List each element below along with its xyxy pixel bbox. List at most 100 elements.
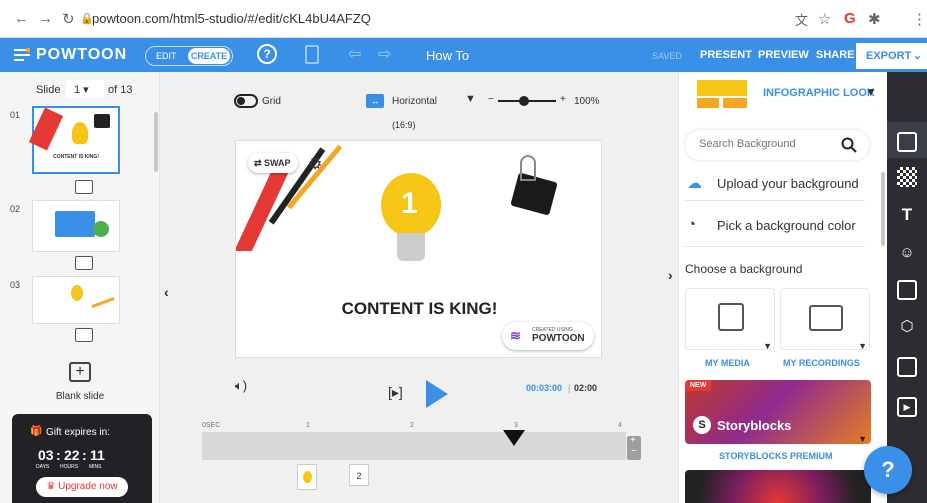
orientation-dropdown-icon[interactable]: ▼ (465, 93, 476, 105)
swap-button[interactable]: ⇄ SWAP (248, 153, 298, 173)
slide-canvas[interactable]: ⇄ SWAP ⚙ 1 CONTENT IS KING! ≋ CREATED US… (235, 140, 602, 358)
my-recordings-tile[interactable]: ▼ (780, 288, 870, 351)
background-tile[interactable] (685, 470, 871, 503)
create-mode[interactable]: CREATE (188, 48, 230, 64)
hamburger-icon[interactable] (14, 48, 30, 62)
timeline-playhead[interactable] (503, 430, 525, 446)
preview-button[interactable]: PREVIEW (758, 49, 809, 61)
tile-dropdown-icon[interactable]: ▼ (858, 434, 867, 444)
text-icon[interactable]: T (897, 205, 917, 225)
total-time[interactable]: 02:00 (574, 383, 597, 393)
characters-icon[interactable]: ☺ (897, 244, 917, 264)
look-title[interactable]: INFOGRAPHIC LOOK (763, 87, 875, 99)
slide-select[interactable]: 1 ▾ (66, 80, 104, 98)
tile-dropdown-icon[interactable]: ▼ (858, 341, 867, 351)
days-label: DAYS (36, 464, 50, 470)
settings-gear-icon[interactable]: ⚙ (308, 154, 322, 174)
scrollbar[interactable] (881, 172, 885, 246)
translate-icon[interactable]: 文 (795, 10, 808, 29)
video-icon[interactable]: ▶ (897, 397, 917, 417)
duplicate-slide-icon[interactable] (75, 328, 93, 342)
undo-icon[interactable]: ⇦ (348, 44, 361, 64)
tile-dropdown-icon[interactable]: ▼ (763, 341, 772, 351)
duplicate-slide-icon[interactable] (75, 256, 93, 270)
collapse-left-icon[interactable]: ‹ (164, 284, 169, 300)
layouts-icon[interactable] (897, 132, 917, 152)
back-icon[interactable]: ← (14, 10, 29, 27)
storyblocks-premium-label[interactable]: STORYBLOCKS PREMIUM (719, 451, 833, 461)
timeline-track[interactable] (202, 432, 626, 460)
zoom-out-icon[interactable]: − (488, 94, 494, 105)
edit-create-toggle[interactable]: EDIT CREATE (145, 46, 233, 66)
media-library-icon[interactable] (897, 357, 917, 377)
pick-background-color[interactable]: Pick a background color (717, 218, 856, 233)
slide-thumb-1[interactable]: CONTENT IS KING! (28, 106, 120, 174)
my-media-tile[interactable]: ▼ (685, 288, 775, 351)
divider (685, 246, 865, 247)
background-icon[interactable] (897, 167, 917, 187)
my-media-label[interactable]: MY MEDIA (705, 358, 750, 368)
binder-clip-graphic[interactable] (506, 153, 558, 216)
blank-slide-label[interactable]: Blank slide (0, 391, 160, 402)
url-text[interactable]: powtoon.com/html5-studio/#/edit/cKL4bU4A… (92, 11, 371, 26)
search-box[interactable] (685, 130, 869, 160)
grid-toggle[interactable] (234, 94, 258, 108)
slide-thumb-3[interactable] (32, 276, 120, 324)
forward-icon[interactable]: → (38, 10, 53, 27)
powtoon-badge[interactable]: ≋ CREATED USING POWTOON (502, 322, 594, 350)
look-dropdown-icon[interactable]: ▼ (865, 85, 877, 99)
duplicate-slide-icon[interactable] (75, 180, 93, 194)
lightbulb-image (71, 285, 83, 301)
extension-icon[interactable]: G (844, 10, 856, 27)
slide-headline[interactable]: CONTENT IS KING! (236, 299, 603, 319)
timeline-plus-icon[interactable]: + (630, 435, 636, 446)
search-input[interactable] (699, 138, 839, 150)
time-separator: | (568, 383, 571, 393)
upgrade-label: Upgrade now (58, 481, 118, 492)
edit-mode[interactable]: EDIT (156, 51, 177, 61)
orientation-icon[interactable]: ↔ (366, 94, 384, 108)
slide-thumb-2[interactable] (32, 200, 120, 252)
zoom-level: 100% (574, 96, 600, 107)
badge-big-text: POWTOON (532, 333, 585, 344)
timeline-minus-icon[interactable]: − (631, 446, 637, 457)
redo-icon[interactable]: ⇨ (378, 44, 391, 64)
search-icon[interactable] (841, 137, 857, 153)
my-recordings-label[interactable]: MY RECORDINGS (783, 358, 860, 368)
play-icon[interactable] (424, 380, 448, 408)
project-title[interactable]: How To (426, 48, 469, 63)
speaker-icon[interactable]: 🔈︎) (235, 378, 247, 394)
storyblocks-tile[interactable]: NEW S Storyblocks ▼ (685, 380, 871, 444)
countdown-sep: : (56, 447, 61, 463)
reload-icon[interactable]: ↻ (62, 10, 75, 28)
timeline-zoom-buttons[interactable]: + − (627, 435, 641, 460)
collapse-right-icon[interactable]: › (668, 267, 673, 283)
slide-select-value: 1 (74, 84, 81, 96)
help-icon[interactable]: ? (257, 44, 277, 64)
layer-number[interactable]: 2 (349, 464, 369, 486)
preview-frame-icon[interactable]: [▸] (388, 384, 403, 401)
add-slide-icon[interactable]: + (69, 362, 91, 382)
puzzle-icon[interactable]: ✱ (868, 10, 881, 28)
lightbulb-graphic[interactable]: 1 (381, 173, 441, 265)
notes-icon[interactable] (305, 45, 319, 64)
zoom-slider[interactable] (498, 96, 556, 106)
powtoon-logo[interactable]: POWTOON (36, 46, 127, 64)
scrollbar[interactable] (154, 112, 158, 172)
tool-iconbar: T ☺ ⬡ ▶ (887, 72, 927, 503)
zoom-in-icon[interactable]: + (560, 94, 566, 105)
shapes-icon[interactable]: ⬡ (897, 317, 917, 337)
upload-background[interactable]: Upload your background (717, 176, 859, 191)
zoom-slider-knob[interactable] (519, 96, 530, 106)
export-button[interactable]: EXPORT ⌄ (856, 43, 927, 69)
star-icon[interactable]: ☆ (818, 10, 831, 28)
pencil-image (28, 107, 64, 151)
present-button[interactable]: PRESENT (700, 49, 752, 61)
props-icon[interactable] (897, 280, 917, 300)
help-chat-button[interactable]: ? (864, 446, 912, 494)
share-button[interactable]: SHARE (816, 49, 855, 61)
upgrade-button[interactable]: ♛ Upgrade now (36, 477, 128, 497)
orientation-label[interactable]: Horizontal (392, 96, 437, 107)
layer-lightbulb[interactable] (297, 464, 317, 490)
menu-dots-icon[interactable]: ⋮ (912, 10, 927, 28)
